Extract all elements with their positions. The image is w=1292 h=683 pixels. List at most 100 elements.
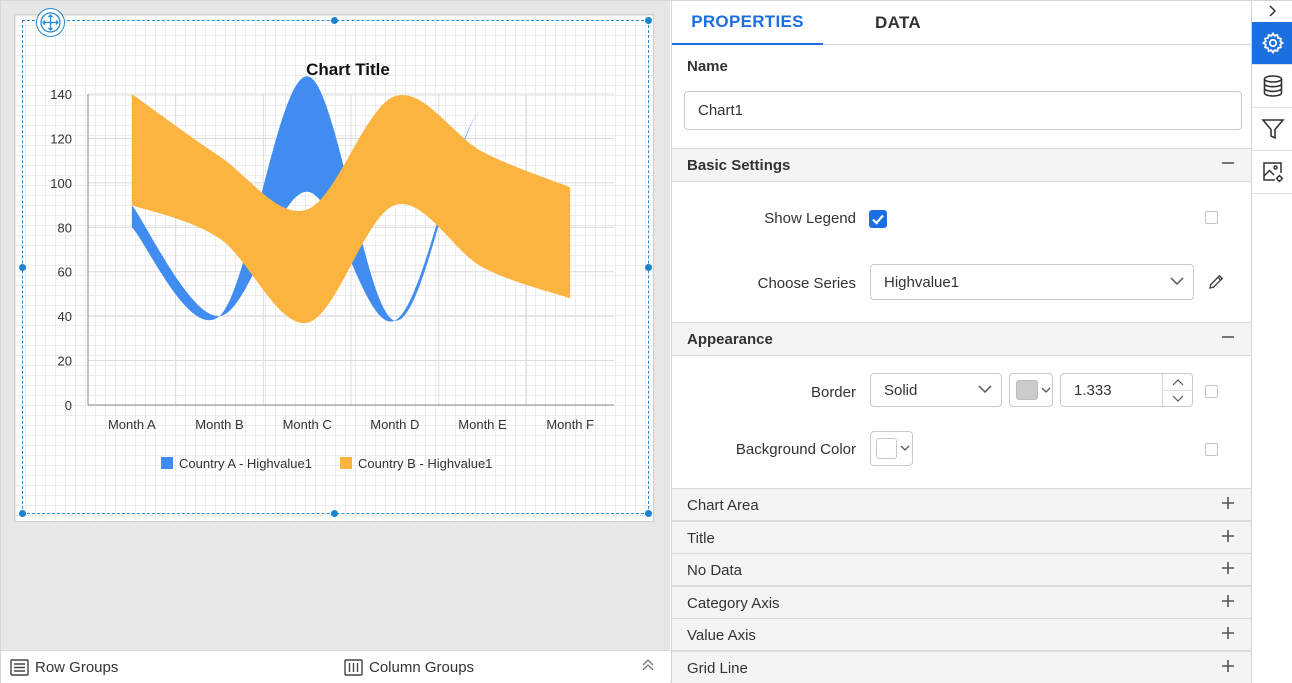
background-color-reset-checkbox[interactable] <box>1205 443 1218 456</box>
section-value-axis-title: Value Axis <box>687 627 756 644</box>
side-toolbar <box>1251 1 1292 683</box>
border-color-picker[interactable] <box>1009 373 1053 407</box>
show-legend-reset-checkbox[interactable] <box>1205 211 1218 224</box>
border-width-value: 1.333 <box>1074 381 1112 399</box>
x-tick-label: Month D <box>370 417 419 432</box>
legend-label[interactable]: Country B - Highvalue1 <box>358 456 492 471</box>
y-tick-label: 60 <box>58 265 72 280</box>
border-style-dropdown[interactable]: Solid <box>870 373 1002 407</box>
section-title[interactable]: Title <box>672 521 1251 554</box>
edit-pencil-icon[interactable] <box>1207 273 1225 291</box>
design-canvas[interactable]: Chart Title 0 20 40 60 80 100 120 140 Month A Mon… <box>1 1 670 650</box>
section-chart-area[interactable]: Chart Area <box>672 488 1251 521</box>
background-color-picker[interactable] <box>870 431 913 466</box>
appearance-header[interactable]: Appearance <box>672 322 1251 356</box>
resize-handle-right[interactable] <box>645 264 652 271</box>
border-reset-checkbox[interactable] <box>1205 385 1218 398</box>
resize-handle-left[interactable] <box>19 264 26 271</box>
name-input[interactable]: Chart1 <box>684 91 1242 130</box>
y-tick-label: 80 <box>58 220 72 235</box>
chevron-down-icon <box>900 445 910 451</box>
x-tick-label: Month A <box>108 417 156 432</box>
section-no-data[interactable]: No Data <box>672 553 1251 586</box>
image-settings-icon <box>1262 162 1283 183</box>
tab-data[interactable]: DATA <box>823 1 973 45</box>
chart-title[interactable]: Chart Title <box>306 60 390 79</box>
filter-rail-button[interactable] <box>1252 108 1292 151</box>
show-legend-label: Show Legend <box>764 210 856 227</box>
chevron-down-icon[interactable] <box>1172 395 1184 402</box>
tab-properties[interactable]: PROPERTIES <box>672 1 823 45</box>
x-tick-label: Month E <box>458 417 507 432</box>
plus-icon[interactable] <box>1221 594 1235 608</box>
y-tick-label: 140 <box>50 87 72 102</box>
section-category-axis[interactable]: Category Axis <box>672 586 1251 619</box>
database-icon <box>1263 75 1282 97</box>
filter-icon <box>1260 119 1285 140</box>
section-title-title: Title <box>687 530 715 547</box>
appearance-title: Appearance <box>687 331 773 348</box>
resize-handle-top-right[interactable] <box>645 17 652 24</box>
image-settings-rail-button[interactable] <box>1252 151 1292 194</box>
chevron-down-icon <box>1041 387 1051 393</box>
y-tick-label: 100 <box>50 176 72 191</box>
section-grid-line-title: Grid Line <box>687 660 748 677</box>
choose-series-dropdown[interactable]: Highvalue1 <box>870 264 1194 300</box>
basic-settings-header[interactable]: Basic Settings <box>672 148 1251 182</box>
resize-handle-top[interactable] <box>331 17 338 24</box>
chart-legend[interactable]: Country A - Highvalue1 Country B - Highva… <box>161 456 492 471</box>
minus-icon[interactable] <box>1221 156 1235 170</box>
y-tick-label: 120 <box>50 131 72 146</box>
expand-panel-button[interactable] <box>1252 1 1292 21</box>
properties-panel: PROPERTIES DATA Name Chart1 Basic Settin… <box>671 1 1252 683</box>
column-groups-icon <box>344 658 363 676</box>
background-color-swatch <box>876 438 897 459</box>
plus-icon[interactable] <box>1221 561 1235 575</box>
gear-icon <box>1261 31 1284 55</box>
chart: Chart Title 0 20 40 60 80 100 120 140 Month A Mon… <box>50 60 614 471</box>
x-tick-label: Month F <box>546 417 594 432</box>
show-legend-checkbox[interactable] <box>869 210 887 228</box>
chevron-right-icon <box>1269 5 1277 17</box>
resize-handle-bottom-left[interactable] <box>19 510 26 517</box>
section-value-axis[interactable]: Value Axis <box>672 618 1251 651</box>
border-label: Border <box>810 384 856 401</box>
y-tick-label: 40 <box>58 309 72 324</box>
move-arrows-icon <box>40 12 61 33</box>
section-grid-line[interactable]: Grid Line <box>672 651 1251 683</box>
border-style-value: Solid <box>884 381 918 399</box>
plus-icon[interactable] <box>1221 659 1235 673</box>
border-color-swatch <box>1016 380 1038 400</box>
move-handle[interactable] <box>36 8 65 37</box>
plus-icon[interactable] <box>1221 529 1235 543</box>
legend-swatch <box>161 457 173 469</box>
border-width-input[interactable]: 1.333 <box>1060 373 1193 407</box>
name-value: Chart1 <box>698 102 744 119</box>
chevron-down-icon <box>978 385 992 394</box>
column-groups-button[interactable]: Column Groups <box>344 657 474 677</box>
plus-icon[interactable] <box>1221 626 1235 640</box>
plus-icon[interactable] <box>1221 496 1235 510</box>
column-groups-label: Column Groups <box>369 658 475 676</box>
legend-label[interactable]: Country A - Highvalue1 <box>179 456 312 471</box>
x-tick-label: Month C <box>283 417 332 432</box>
report-designer: Chart Title 0 20 40 60 80 100 120 140 Month A Mon… <box>0 0 1292 683</box>
data-rail-button[interactable] <box>1252 65 1292 108</box>
properties-rail-button[interactable] <box>1252 22 1292 65</box>
resize-handle-bottom-right[interactable] <box>645 510 652 517</box>
border-width-stepper[interactable] <box>1162 374 1193 406</box>
chevron-up-icon[interactable] <box>1172 379 1184 386</box>
section-category-axis-title: Category Axis <box>687 595 780 612</box>
legend-swatch <box>340 457 352 469</box>
name-label: Name <box>687 58 728 75</box>
row-groups-label: Row Groups <box>35 658 119 676</box>
double-chevron-up-icon[interactable] <box>641 657 655 673</box>
section-chart-area-title: Chart Area <box>687 497 759 514</box>
chevron-down-icon <box>1170 277 1184 286</box>
panel-tabs: PROPERTIES DATA <box>672 1 1252 45</box>
row-groups-button[interactable]: Row Groups <box>10 657 118 677</box>
resize-handle-bottom[interactable] <box>331 510 338 517</box>
x-tick-label: Month B <box>195 417 243 432</box>
minus-icon[interactable] <box>1221 330 1235 344</box>
basic-settings-title: Basic Settings <box>687 157 791 174</box>
